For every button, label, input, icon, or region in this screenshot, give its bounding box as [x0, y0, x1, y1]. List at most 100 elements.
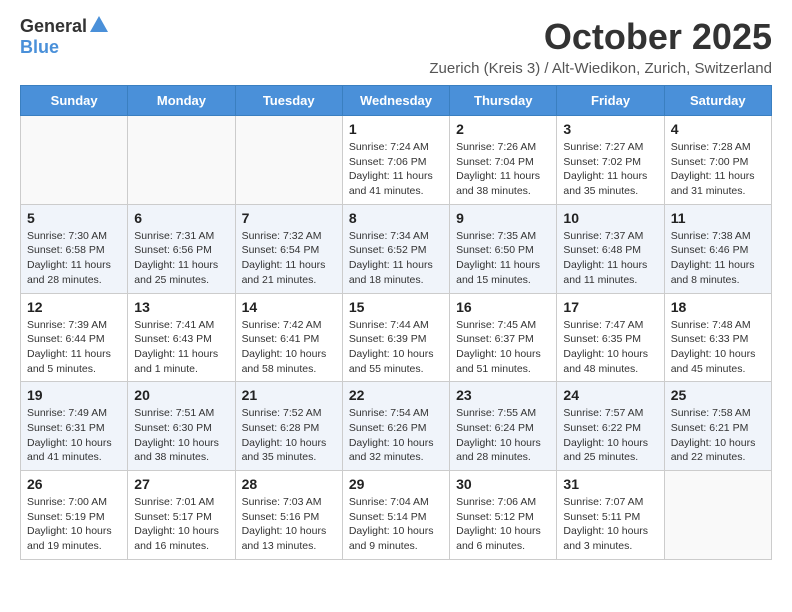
day-info: Sunrise: 7:45 AM Sunset: 6:37 PM Dayligh… [456, 318, 550, 377]
calendar-day-cell: 18 Sunrise: 7:48 AM Sunset: 6:33 PM Dayli… [664, 293, 771, 382]
col-monday: Monday [128, 86, 235, 116]
day-info: Sunrise: 7:04 AM Sunset: 5:14 PM Dayligh… [349, 495, 443, 554]
calendar-day-cell: 14 Sunrise: 7:42 AM Sunset: 6:41 PM Dayli… [235, 293, 342, 382]
calendar-day-cell [128, 116, 235, 205]
col-wednesday: Wednesday [342, 86, 449, 116]
day-info: Sunrise: 7:28 AM Sunset: 7:00 PM Dayligh… [671, 140, 765, 199]
calendar-week-row: 1 Sunrise: 7:24 AM Sunset: 7:06 PM Daylig… [21, 116, 772, 205]
day-info: Sunrise: 7:35 AM Sunset: 6:50 PM Dayligh… [456, 229, 550, 288]
day-number: 20 [134, 387, 228, 403]
month-title: October 2025 [108, 16, 772, 58]
day-number: 2 [456, 121, 550, 137]
day-info: Sunrise: 7:58 AM Sunset: 6:21 PM Dayligh… [671, 406, 765, 465]
day-info: Sunrise: 7:32 AM Sunset: 6:54 PM Dayligh… [242, 229, 336, 288]
calendar-day-cell: 17 Sunrise: 7:47 AM Sunset: 6:35 PM Dayli… [557, 293, 664, 382]
calendar-day-cell: 1 Sunrise: 7:24 AM Sunset: 7:06 PM Daylig… [342, 116, 449, 205]
day-info: Sunrise: 7:00 AM Sunset: 5:19 PM Dayligh… [27, 495, 121, 554]
day-number: 12 [27, 299, 121, 315]
day-number: 10 [563, 210, 657, 226]
day-number: 8 [349, 210, 443, 226]
calendar-day-cell: 16 Sunrise: 7:45 AM Sunset: 6:37 PM Dayli… [450, 293, 557, 382]
day-info: Sunrise: 7:55 AM Sunset: 6:24 PM Dayligh… [456, 406, 550, 465]
day-info: Sunrise: 7:54 AM Sunset: 6:26 PM Dayligh… [349, 406, 443, 465]
day-number: 1 [349, 121, 443, 137]
day-number: 9 [456, 210, 550, 226]
calendar-day-cell: 28Sunrise: 7:03 AM Sunset: 5:16 PM Dayli… [235, 471, 342, 560]
day-number: 3 [563, 121, 657, 137]
logo-blue-text: Blue [20, 37, 59, 57]
col-saturday: Saturday [664, 86, 771, 116]
calendar-day-cell [664, 471, 771, 560]
logo: General Blue [20, 16, 108, 58]
day-info: Sunrise: 7:47 AM Sunset: 6:35 PM Dayligh… [563, 318, 657, 377]
logo-general-text: General [20, 16, 87, 37]
title-section: October 2025 Zuerich (Kreis 3) / Alt-Wie… [108, 16, 772, 77]
day-number: 16 [456, 299, 550, 315]
day-number: 22 [349, 387, 443, 403]
calendar-day-cell: 12 Sunrise: 7:39 AM Sunset: 6:44 PM Dayli… [21, 293, 128, 382]
day-number: 4 [671, 121, 765, 137]
calendar-day-cell: 21 Sunrise: 7:52 AM Sunset: 6:28 PM Dayli… [235, 382, 342, 471]
day-number: 7 [242, 210, 336, 226]
day-info: Sunrise: 7:39 AM Sunset: 6:44 PM Dayligh… [27, 318, 121, 377]
day-info: Sunrise: 7:07 AM Sunset: 5:11 PM Dayligh… [563, 495, 657, 554]
calendar-day-cell: 6 Sunrise: 7:31 AM Sunset: 6:56 PM Daylig… [128, 204, 235, 293]
day-number: 30 [456, 476, 550, 492]
day-number: 5 [27, 210, 121, 226]
calendar-day-cell [235, 116, 342, 205]
day-info: Sunrise: 7:31 AM Sunset: 6:56 PM Dayligh… [134, 229, 228, 288]
day-number: 21 [242, 387, 336, 403]
day-info: Sunrise: 7:41 AM Sunset: 6:43 PM Dayligh… [134, 318, 228, 377]
calendar-week-row: 12 Sunrise: 7:39 AM Sunset: 6:44 PM Dayli… [21, 293, 772, 382]
calendar-day-cell: 30 Sunrise: 7:06 AM Sunset: 5:12 PM Dayli… [450, 471, 557, 560]
day-info: Sunrise: 7:06 AM Sunset: 5:12 PM Dayligh… [456, 495, 550, 554]
day-info: Sunrise: 7:37 AM Sunset: 6:48 PM Dayligh… [563, 229, 657, 288]
day-number: 11 [671, 210, 765, 226]
day-number: 14 [242, 299, 336, 315]
calendar-day-cell: 5 Sunrise: 7:30 AM Sunset: 6:58 PM Daylig… [21, 204, 128, 293]
day-number: 18 [671, 299, 765, 315]
calendar-week-row: 26 Sunrise: 7:00 AM Sunset: 5:19 PM Dayli… [21, 471, 772, 560]
day-info: Sunrise: 7:51 AM Sunset: 6:30 PM Dayligh… [134, 406, 228, 465]
day-info: Sunrise: 7:49 AM Sunset: 6:31 PM Dayligh… [27, 406, 121, 465]
day-number: 15 [349, 299, 443, 315]
day-info: Sunrise: 7:34 AM Sunset: 6:52 PM Dayligh… [349, 229, 443, 288]
day-info: Sunrise: 7:48 AM Sunset: 6:33 PM Dayligh… [671, 318, 765, 377]
calendar-day-cell: 3 Sunrise: 7:27 AM Sunset: 7:02 PM Daylig… [557, 116, 664, 205]
calendar-day-cell: 9 Sunrise: 7:35 AM Sunset: 6:50 PM Daylig… [450, 204, 557, 293]
col-friday: Friday [557, 86, 664, 116]
col-thursday: Thursday [450, 86, 557, 116]
calendar-day-cell: 24Sunrise: 7:57 AM Sunset: 6:22 PM Dayli… [557, 382, 664, 471]
calendar-day-cell: 8 Sunrise: 7:34 AM Sunset: 6:52 PM Daylig… [342, 204, 449, 293]
calendar-day-cell: 4 Sunrise: 7:28 AM Sunset: 7:00 PM Daylig… [664, 116, 771, 205]
calendar-day-cell: 22 Sunrise: 7:54 AM Sunset: 6:26 PM Dayli… [342, 382, 449, 471]
day-number: 26 [27, 476, 121, 492]
day-info: Sunrise: 7:52 AM Sunset: 6:28 PM Dayligh… [242, 406, 336, 465]
calendar-header-row: Sunday Monday Tuesday Wednesday Thursday… [21, 86, 772, 116]
day-info: Sunrise: 7:26 AM Sunset: 7:04 PM Dayligh… [456, 140, 550, 199]
calendar-day-cell: 2 Sunrise: 7:26 AM Sunset: 7:04 PM Daylig… [450, 116, 557, 205]
day-info: Sunrise: 7:44 AM Sunset: 6:39 PM Dayligh… [349, 318, 443, 377]
calendar-day-cell: 19 Sunrise: 7:49 AM Sunset: 6:31 PM Dayli… [21, 382, 128, 471]
calendar-day-cell: 13Sunrise: 7:41 AM Sunset: 6:43 PM Dayli… [128, 293, 235, 382]
day-info: Sunrise: 7:42 AM Sunset: 6:41 PM Dayligh… [242, 318, 336, 377]
calendar-week-row: 5 Sunrise: 7:30 AM Sunset: 6:58 PM Daylig… [21, 204, 772, 293]
day-number: 31 [563, 476, 657, 492]
day-number: 25 [671, 387, 765, 403]
calendar-day-cell: 10 Sunrise: 7:37 AM Sunset: 6:48 PM Dayli… [557, 204, 664, 293]
day-number: 17 [563, 299, 657, 315]
day-number: 6 [134, 210, 228, 226]
day-number: 24 [563, 387, 657, 403]
day-number: 27 [134, 476, 228, 492]
day-info: Sunrise: 7:24 AM Sunset: 7:06 PM Dayligh… [349, 140, 443, 199]
calendar-table: Sunday Monday Tuesday Wednesday Thursday… [20, 85, 772, 560]
calendar-day-cell: 23Sunrise: 7:55 AM Sunset: 6:24 PM Dayli… [450, 382, 557, 471]
day-info: Sunrise: 7:27 AM Sunset: 7:02 PM Dayligh… [563, 140, 657, 199]
calendar-day-cell: 11Sunrise: 7:38 AM Sunset: 6:46 PM Dayli… [664, 204, 771, 293]
col-sunday: Sunday [21, 86, 128, 116]
day-number: 19 [27, 387, 121, 403]
location-subtitle: Zuerich (Kreis 3) / Alt-Wiedikon, Zurich… [108, 60, 772, 77]
calendar-day-cell: 31 Sunrise: 7:07 AM Sunset: 5:11 PM Dayli… [557, 471, 664, 560]
day-info: Sunrise: 7:03 AM Sunset: 5:16 PM Dayligh… [242, 495, 336, 554]
day-info: Sunrise: 7:30 AM Sunset: 6:58 PM Dayligh… [27, 229, 121, 288]
